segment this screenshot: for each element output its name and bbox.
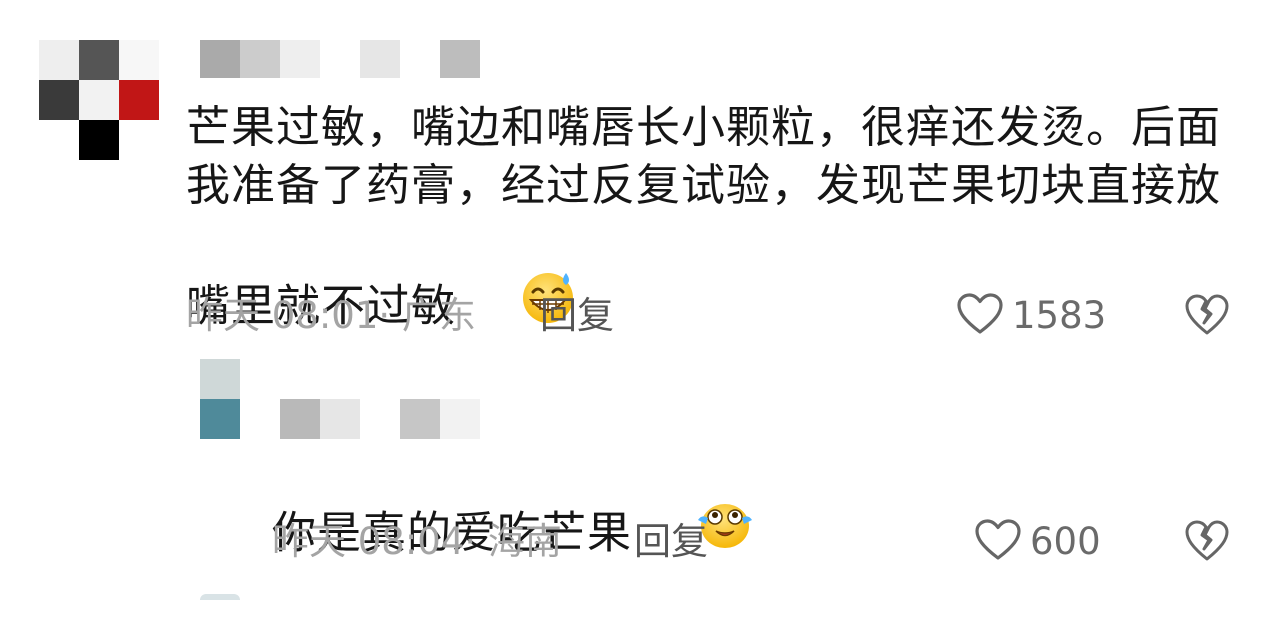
- mosaic-block: [400, 399, 440, 439]
- avatar-pixel: [200, 399, 240, 439]
- avatar-pixel: [79, 80, 119, 120]
- mosaic-block: [280, 399, 320, 439]
- avatar[interactable]: [39, 40, 159, 160]
- mosaic-block: [240, 40, 280, 78]
- username-redacted[interactable]: [280, 399, 480, 439]
- mosaic-block: [440, 40, 480, 78]
- avatar-pixel: [200, 359, 240, 399]
- mosaic-block: [200, 40, 240, 78]
- mosaic-block: [280, 40, 320, 78]
- reply-button[interactable]: 回复: [634, 520, 708, 564]
- dislike-button[interactable]: [1184, 519, 1230, 567]
- comment-timestamp-location: 昨天 08:01· 广东: [186, 294, 476, 337]
- username-redacted[interactable]: [200, 40, 480, 78]
- avatar-pixel: [79, 120, 119, 160]
- like-button[interactable]: 600: [974, 518, 1101, 566]
- heart-outline-icon: [974, 518, 1022, 566]
- mosaic-block: [360, 399, 400, 439]
- comment-timestamp-location: 昨天 08:04· 海南: [272, 520, 562, 563]
- avatar-pixel: [39, 40, 79, 80]
- avatar-pixel: [119, 120, 159, 160]
- avatar-pixel: [119, 40, 159, 80]
- avatar[interactable]: [200, 359, 240, 439]
- mosaic-block: [400, 40, 440, 78]
- reply-button[interactable]: 回复: [540, 294, 614, 338]
- heart-outline-icon: [956, 292, 1004, 340]
- mosaic-block: [320, 40, 360, 78]
- dislike-button[interactable]: [1184, 293, 1230, 341]
- like-button[interactable]: 1583: [956, 292, 1106, 340]
- like-count: 1583: [1012, 294, 1107, 337]
- avatar-pixel: [119, 80, 159, 120]
- mosaic-block: [360, 40, 400, 78]
- mosaic-block: [320, 399, 360, 439]
- mosaic-block: [440, 399, 480, 439]
- next-comment-avatar-edge: [200, 594, 240, 600]
- avatar-pixel: [39, 80, 79, 120]
- avatar-pixel: [79, 40, 119, 80]
- comment-text: 芒果过敏，嘴边和嘴唇长小颗粒，很痒还发烫。后面我准备了药膏，经过反复试验，发现芒…: [186, 99, 1236, 402]
- broken-heart-icon: [1184, 520, 1230, 567]
- like-count: 600: [1030, 520, 1101, 563]
- avatar-pixel: [39, 120, 79, 160]
- broken-heart-icon: [1184, 294, 1230, 341]
